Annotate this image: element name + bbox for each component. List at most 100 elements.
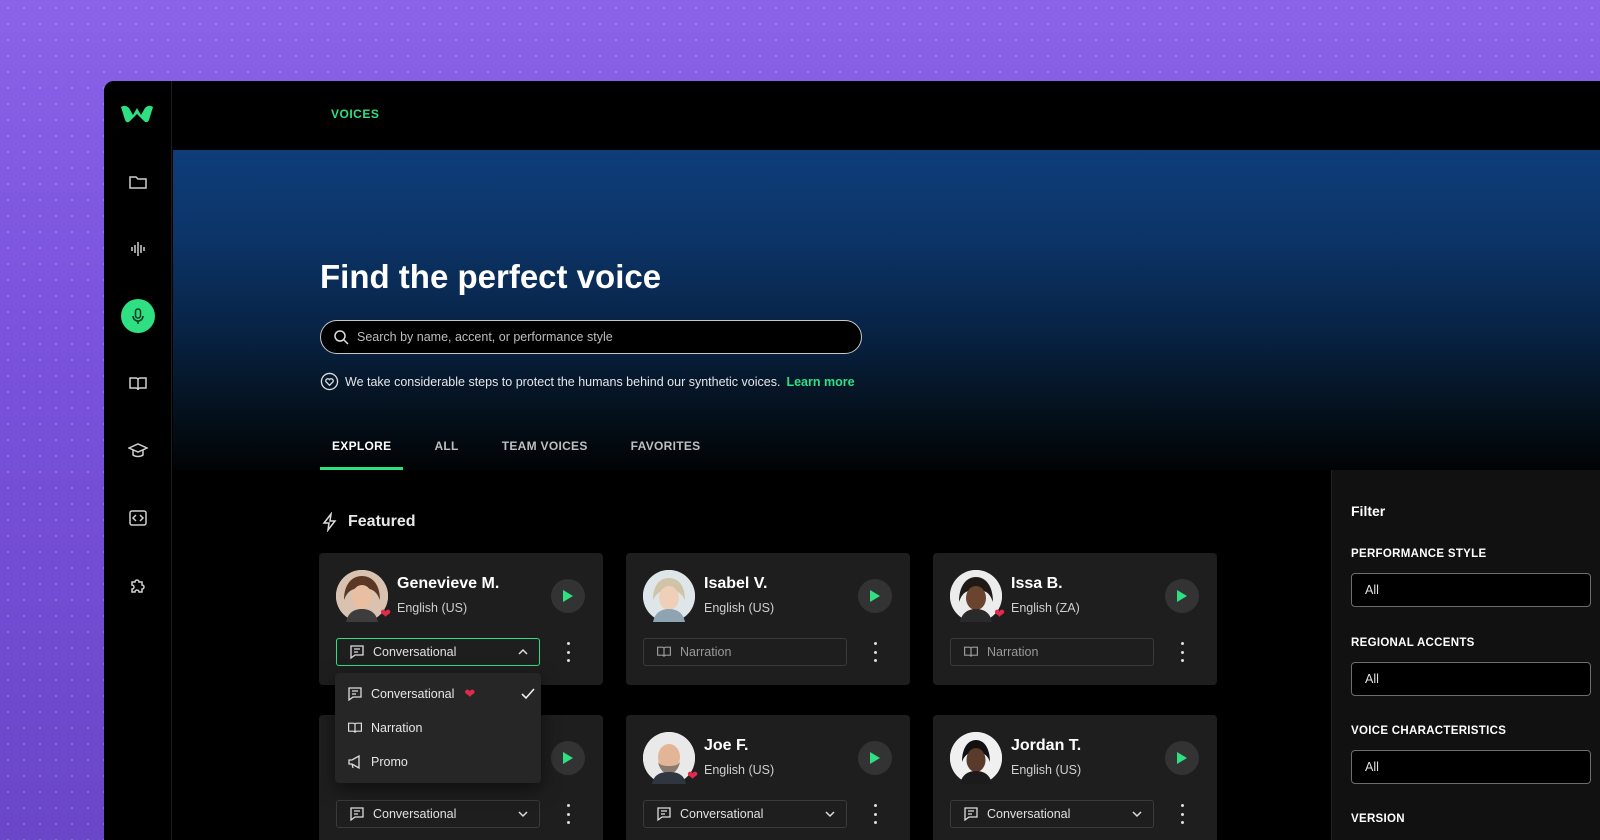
play-button[interactable] <box>858 579 892 613</box>
tab-all[interactable]: ALL <box>422 435 470 470</box>
play-button[interactable] <box>551 741 585 775</box>
book-icon <box>964 646 978 657</box>
chat-icon <box>350 807 364 822</box>
avatar: ❤ <box>643 732 698 784</box>
voice-card: Isabel V. English (US) Narration <box>626 553 910 685</box>
nav-rail <box>104 81 172 840</box>
menu-item-promo[interactable]: Promo <box>347 754 408 770</box>
voice-language: English (US) <box>704 763 775 777</box>
tab-explore[interactable]: EXPLORE <box>320 435 404 470</box>
menu-item-conversational[interactable]: Conversational ❤ <box>347 686 535 702</box>
avatar <box>950 732 1002 784</box>
chat-icon <box>348 687 362 702</box>
play-icon <box>870 590 880 602</box>
voice-name: Joe F. <box>704 737 749 754</box>
book-icon <box>348 722 362 733</box>
voice-card: ❤ Joe F. English (US) Conversational <box>626 715 910 840</box>
regional-accents-select[interactable]: All <box>1351 662 1591 696</box>
style-label: Narration <box>987 645 1039 659</box>
voice-card: Jordan T. English (US) Conversational <box>933 715 1217 840</box>
performance-style-select[interactable]: All <box>1351 573 1591 607</box>
style-label: Narration <box>680 645 732 659</box>
megaphone-icon <box>348 754 360 770</box>
more-options-icon[interactable] <box>1179 642 1185 662</box>
top-bar: VOICES <box>173 81 1600 150</box>
lightning-icon <box>322 512 337 532</box>
voice-language: English (US) <box>1011 763 1082 777</box>
avatar: ❤ <box>950 570 1005 622</box>
play-icon <box>870 752 880 764</box>
voice-name: Genevieve M. <box>397 575 500 592</box>
voice-name: Jordan T. <box>1011 737 1082 754</box>
search-icon <box>334 330 349 345</box>
featured-heading: Featured <box>320 512 416 532</box>
chat-icon <box>350 645 364 660</box>
menu-item-label: Conversational <box>371 687 455 701</box>
style-label: Conversational <box>987 807 1071 821</box>
voice-characteristics-select[interactable]: All <box>1351 750 1591 784</box>
voice-language: English (US) <box>704 601 775 615</box>
microphone-icon[interactable] <box>121 299 155 333</box>
code-icon[interactable] <box>121 501 155 535</box>
notice-text: We take considerable steps to protect th… <box>345 374 781 389</box>
puzzle-icon[interactable] <box>121 569 155 603</box>
voice-tabs: EXPLORE ALL TEAM VOICES FAVORITES <box>320 435 732 470</box>
style-dropdown[interactable]: Narration <box>950 638 1154 666</box>
play-icon <box>1177 590 1187 602</box>
style-dropdown[interactable]: Conversational <box>643 800 847 828</box>
play-button[interactable] <box>858 741 892 775</box>
app-window: VOICES Find the perfect voice We take co… <box>104 81 1600 840</box>
folder-icon[interactable] <box>121 165 155 199</box>
chat-icon <box>657 807 671 822</box>
voice-name: Isabel V. <box>704 575 768 592</box>
play-icon <box>563 590 573 602</box>
voice-card: ❤ Issa B. English (ZA) Narration <box>933 553 1217 685</box>
tab-team-voices[interactable]: TEAM VOICES <box>490 435 600 470</box>
favorite-heart-icon: ❤ <box>464 686 476 701</box>
voice-language: English (US) <box>397 601 468 615</box>
play-icon <box>1177 752 1187 764</box>
chevron-up-icon <box>518 648 528 655</box>
graduation-cap-icon[interactable] <box>121 434 155 468</box>
more-options-icon[interactable] <box>565 642 571 662</box>
favorite-heart-icon: ❤ <box>994 606 1005 621</box>
breadcrumb[interactable]: VOICES <box>331 107 379 121</box>
learn-more-link[interactable]: Learn more <box>786 375 854 389</box>
style-label: Conversational <box>373 807 457 821</box>
tab-favorites[interactable]: FAVORITES <box>619 435 713 470</box>
style-dropdown[interactable]: Narration <box>643 638 847 666</box>
select-value: All <box>1365 760 1379 774</box>
play-button[interactable] <box>1165 741 1199 775</box>
search-input[interactable] <box>357 330 837 344</box>
chat-icon <box>964 807 978 822</box>
voice-name: Issa B. <box>1011 575 1063 592</box>
waveform-icon[interactable] <box>121 232 155 266</box>
safety-notice: We take considerable steps to protect th… <box>320 372 855 391</box>
play-button[interactable] <box>1165 579 1199 613</box>
brand-logo <box>121 105 153 123</box>
voice-language: English (ZA) <box>1011 601 1080 615</box>
filter-panel: Filter PERFORMANCE STYLE All REGIONAL AC… <box>1331 470 1600 840</box>
voice-card: ❤ Genevieve M. English (US) Conversation… <box>319 553 603 685</box>
filter-label-version: VERSION <box>1351 813 1405 825</box>
menu-item-label: Narration <box>371 721 423 735</box>
more-options-icon[interactable] <box>872 804 878 824</box>
page-title: Find the perfect voice <box>320 258 662 295</box>
menu-item-narration[interactable]: Narration <box>347 720 422 736</box>
play-button[interactable] <box>551 579 585 613</box>
more-options-icon[interactable] <box>565 804 571 824</box>
more-options-icon[interactable] <box>872 642 878 662</box>
select-value: All <box>1365 672 1379 686</box>
style-dropdown[interactable]: Conversational <box>950 800 1154 828</box>
menu-item-label: Promo <box>371 755 408 769</box>
play-icon <box>563 752 573 764</box>
filter-title: Filter <box>1351 503 1386 519</box>
book-icon[interactable] <box>121 367 155 401</box>
more-options-icon[interactable] <box>1179 804 1185 824</box>
avatar <box>643 570 695 622</box>
chevron-down-icon <box>1132 811 1142 818</box>
search-bar[interactable] <box>320 320 862 354</box>
select-value: All <box>1365 583 1379 597</box>
style-dropdown[interactable]: Conversational <box>336 800 540 828</box>
style-dropdown[interactable]: Conversational <box>336 638 540 666</box>
